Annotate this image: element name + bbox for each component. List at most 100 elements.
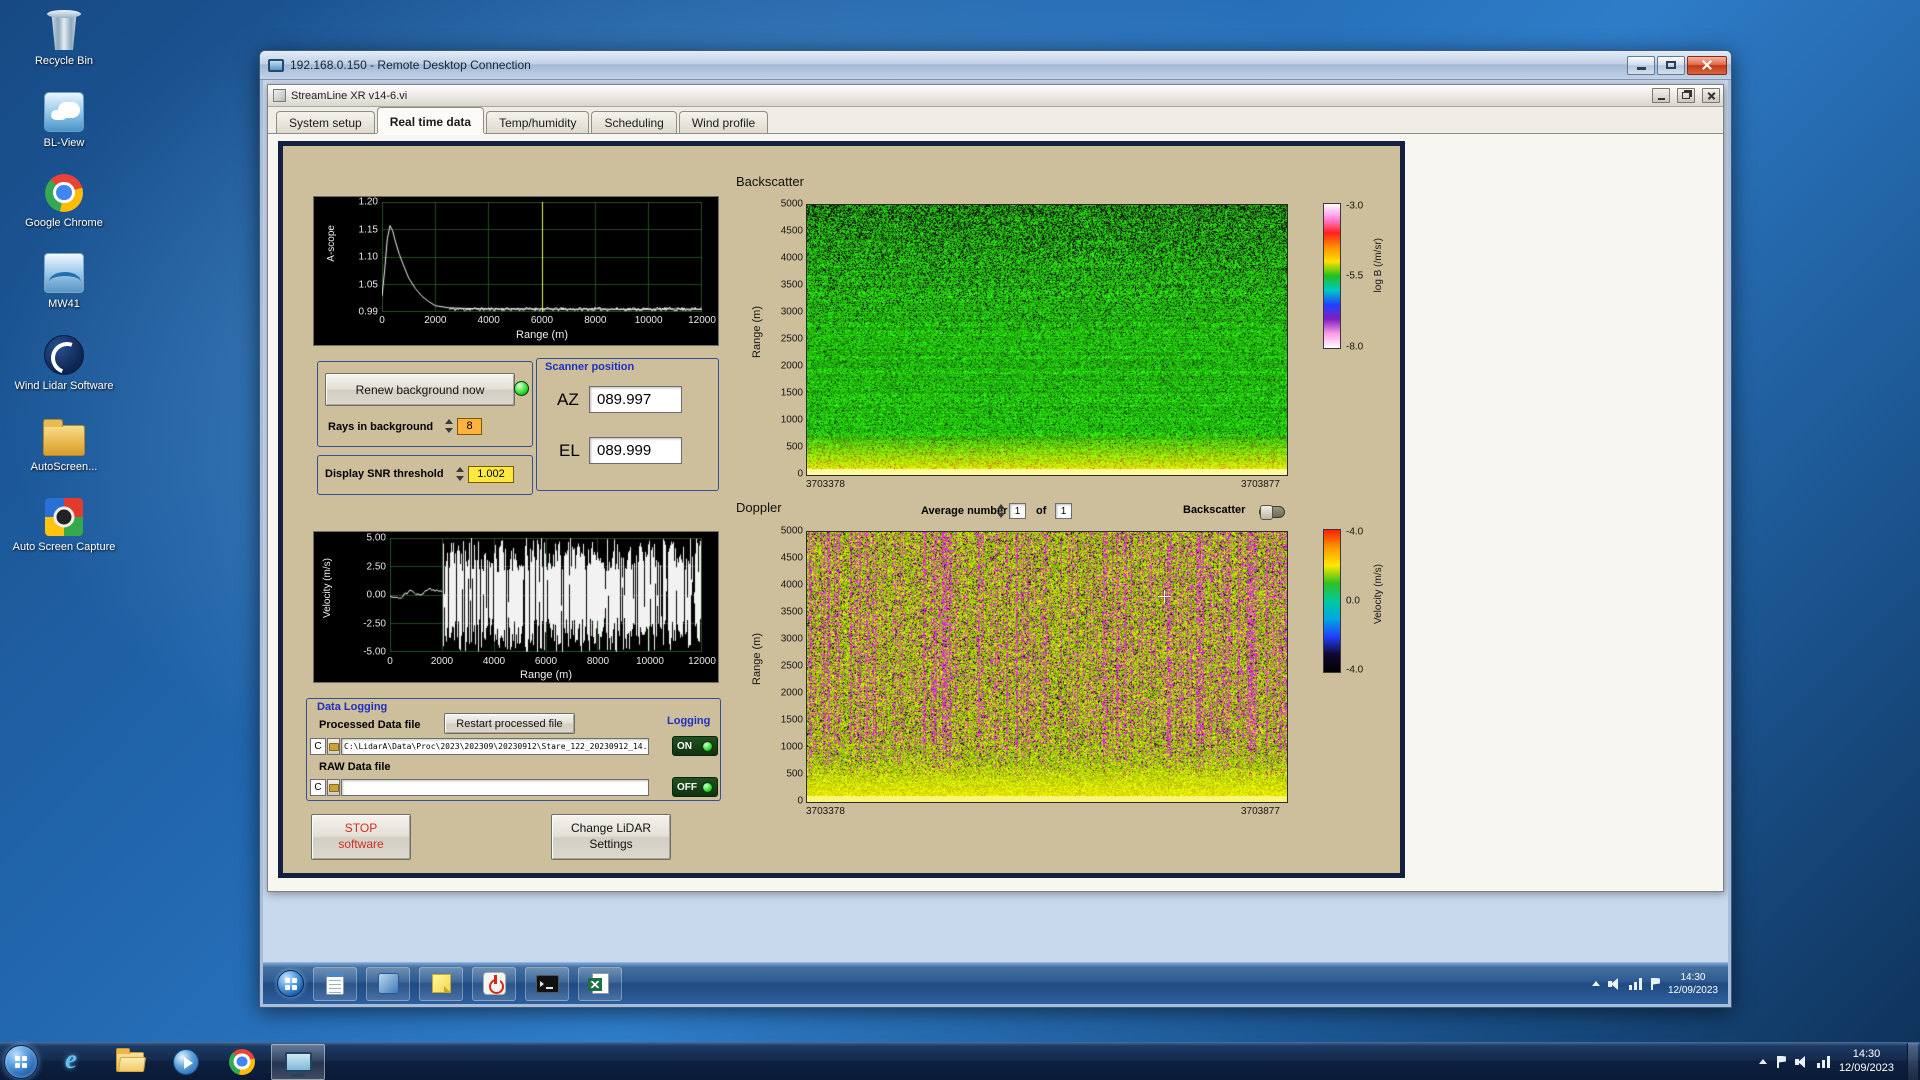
tick-label: -5.00 xyxy=(363,646,386,658)
network-icon[interactable] xyxy=(1628,977,1642,990)
clock-date: 12/09/2023 xyxy=(1838,1061,1894,1074)
average-number-value[interactable]: 1 xyxy=(1009,503,1026,519)
change-lidar-settings-button[interactable]: Change LiDAR Settings xyxy=(551,814,671,860)
logging-on-label: ON xyxy=(677,740,692,752)
tab-real-time-data[interactable]: Real time data xyxy=(376,107,485,133)
action-center-flag-icon[interactable] xyxy=(1650,977,1660,990)
remote-taskbar-item-excel[interactable] xyxy=(578,966,622,1001)
rays-spinner[interactable] xyxy=(445,418,454,434)
labview-restore-button[interactable] xyxy=(1677,88,1695,103)
backscatter-toggle[interactable] xyxy=(1259,505,1285,520)
raw-browse-button[interactable] xyxy=(327,779,340,796)
action-center-flag-icon[interactable] xyxy=(1776,1055,1786,1068)
processed-path-input[interactable]: C:\LidarA\Data\Proc\2023\202309\20230912… xyxy=(341,738,649,755)
folder-icon xyxy=(43,418,85,456)
raw-path-input[interactable] xyxy=(341,779,649,796)
desktop-icon-mw41[interactable]: MW41 xyxy=(6,253,122,312)
velocity-plot xyxy=(390,538,702,652)
desktop-icon-label: BL-View xyxy=(43,136,85,149)
mw41-icon xyxy=(44,253,84,294)
average-number-spinner[interactable] xyxy=(997,503,1006,519)
processed-drive-selector[interactable]: C xyxy=(310,738,326,755)
desktop-icon-autoscreen[interactable]: AutoScreen... xyxy=(6,417,122,475)
tick-label: 2500 xyxy=(780,660,803,672)
backscatter-colorbar-tick-min: -8.0 xyxy=(1346,341,1364,353)
tick-label: 1.10 xyxy=(358,251,378,263)
desktop-icon-wind-lidar[interactable]: Wind Lidar Software xyxy=(6,335,122,394)
remote-clock-date: 12/09/2023 xyxy=(1667,984,1718,996)
taskbar-item-internet-explorer[interactable] xyxy=(47,1044,101,1080)
raw-data-file-label: RAW Data file xyxy=(319,761,391,773)
tick-label: 2000 xyxy=(780,360,803,372)
logging-label: Logging xyxy=(667,715,711,727)
rdp-maximize-button[interactable] xyxy=(1657,55,1685,75)
taskbar-item-chrome[interactable] xyxy=(215,1044,269,1080)
stop-button-line1: STOP xyxy=(344,821,378,836)
logging-on-indicator[interactable]: ON xyxy=(672,736,718,756)
chevron-up-icon[interactable] xyxy=(1758,1059,1767,1064)
tick-label: 1000 xyxy=(780,741,803,753)
volume-icon[interactable] xyxy=(1794,1055,1808,1068)
taskbar-item-file-explorer[interactable] xyxy=(103,1044,157,1080)
rdp-close-button[interactable] xyxy=(1687,55,1727,75)
el-value-input[interactable]: 089.999 xyxy=(589,437,682,464)
raw-drive-selector[interactable]: C xyxy=(310,779,326,796)
of-value[interactable]: 1 xyxy=(1055,503,1072,519)
desktop-icon-google-chrome[interactable]: Google Chrome xyxy=(6,173,122,231)
tick-label: 10000 xyxy=(634,315,663,326)
tick-label: 2500 xyxy=(780,333,803,345)
tab-scheduling[interactable]: Scheduling xyxy=(591,111,677,133)
snr-value[interactable]: 1.002 xyxy=(468,466,514,483)
logging-off-indicator[interactable]: OFF xyxy=(672,777,718,797)
snr-spinner[interactable] xyxy=(456,466,465,482)
renew-background-button[interactable]: Renew background now xyxy=(325,373,515,406)
tab-wind-profile[interactable]: Wind profile xyxy=(678,111,769,133)
sticky-notes-icon xyxy=(431,974,451,993)
taskbar-clock[interactable]: 14:30 12/09/2023 xyxy=(1839,1048,1894,1076)
volume-icon[interactable] xyxy=(1607,977,1621,990)
tick-label: 6000 xyxy=(534,656,558,667)
remote-taskbar-item-command-prompt[interactable] xyxy=(525,966,569,1001)
network-icon[interactable] xyxy=(1816,1055,1830,1068)
chevron-up-icon[interactable] xyxy=(1591,981,1600,986)
remote-desktop-icon xyxy=(284,1051,312,1072)
toggle-knob xyxy=(1260,505,1273,520)
desktop-icon-auto-screen-capture[interactable]: Auto Screen Capture xyxy=(6,497,122,555)
tick-label: 0 xyxy=(797,795,803,807)
display-snr-threshold-label: Display SNR threshold xyxy=(325,468,444,480)
stop-software-button[interactable]: STOP software xyxy=(311,814,411,860)
labview-close-button[interactable] xyxy=(1702,88,1720,103)
taskbar-item-remote-desktop[interactable] xyxy=(271,1043,325,1080)
remote-taskbar-item-notepad[interactable] xyxy=(313,966,357,1001)
rdp-titlebar[interactable]: 192.168.0.150 - Remote Desktop Connectio… xyxy=(260,51,1731,80)
rays-value[interactable]: 8 xyxy=(457,418,482,435)
remote-start-button[interactable] xyxy=(277,970,304,997)
restart-processed-file-button[interactable]: Restart processed file xyxy=(444,713,575,734)
tick-label: 8000 xyxy=(586,656,610,667)
taskbar-item-media-player[interactable] xyxy=(159,1044,213,1080)
desktop-icon-recycle-bin[interactable]: Recycle Bin xyxy=(6,8,122,69)
minimize-icon xyxy=(1636,67,1646,70)
desktop-icon-bl-view[interactable]: BL-View xyxy=(6,91,122,151)
background-group: Renew background now Rays in background … xyxy=(317,361,533,447)
velocity-graph: Velocity (m/s) 5.00 2.50 0.00 -2.50 -5.00 0 2… xyxy=(313,531,719,683)
bl-view-icon xyxy=(44,91,84,132)
labview-minimize-button[interactable] xyxy=(1652,88,1670,103)
start-button[interactable] xyxy=(4,1044,38,1079)
rays-in-background-label: Rays in background xyxy=(328,421,434,433)
backscatter-x-end-label: 3703877 xyxy=(1241,479,1280,490)
backscatter-colorbar-tick-mid: -5.5 xyxy=(1346,270,1364,282)
labview-titlebar[interactable]: StreamLine XR v14-6.vi xyxy=(268,85,1723,107)
rdp-minimize-button[interactable] xyxy=(1627,55,1655,75)
processed-browse-button[interactable] xyxy=(327,738,340,755)
remote-taskbar-item-sticky-notes[interactable] xyxy=(419,966,463,1001)
minimize-icon xyxy=(1657,97,1665,100)
tab-temp-humidity[interactable]: Temp/humidity xyxy=(486,111,590,133)
show-desktop-button[interactable] xyxy=(1907,1043,1918,1080)
remote-taskbar-item-app[interactable] xyxy=(366,966,410,1001)
remote-clock[interactable]: 14:30 12/09/2023 xyxy=(1668,971,1718,997)
az-value-input[interactable]: 089.997 xyxy=(589,386,682,413)
rdp-icon xyxy=(268,58,284,72)
tab-system-setup[interactable]: System setup xyxy=(276,111,375,133)
remote-taskbar-item-power[interactable] xyxy=(472,966,516,1001)
